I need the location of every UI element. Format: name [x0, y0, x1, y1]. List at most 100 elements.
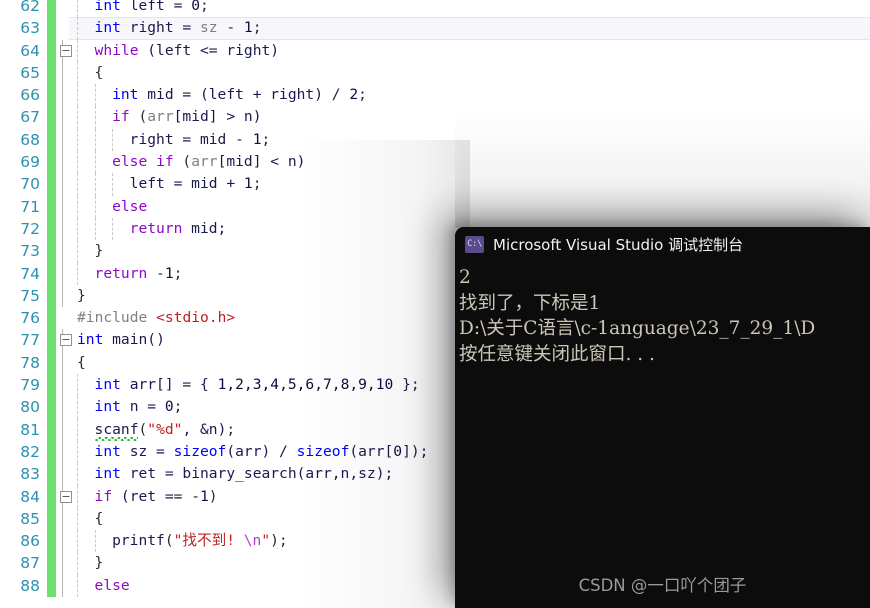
code-token: -	[217, 19, 244, 37]
fold-scope-line	[62, 151, 63, 174]
fold-scope-line	[62, 217, 63, 241]
code-token: if	[112, 108, 130, 126]
code-line-text: int arr[] = { 1,2,3,4,5,6,7,8,9,10 };	[69, 374, 420, 396]
change-indicator-bar	[47, 217, 56, 241]
code-line-text: return mid;	[69, 218, 227, 240]
console-title-bar[interactable]: C:\ Microsoft Visual Studio 调试控制台	[455, 227, 870, 261]
code-token: (	[173, 153, 192, 171]
code-token: 1	[164, 264, 174, 282]
code-token: int	[94, 376, 121, 394]
fold-scope-line	[62, 84, 63, 107]
code-token: 0	[164, 398, 174, 416]
change-indicator-bar	[47, 151, 56, 174]
code-token: right = mid -	[129, 130, 253, 148]
code-token: else	[94, 576, 130, 594]
fold-scope-line	[62, 128, 63, 152]
debug-console-window[interactable]: C:\ Microsoft Visual Studio 调试控制台 2 找到了，下…	[455, 227, 870, 608]
console-output: 2 找到了，下标是1 D:\关于C语言\c-1anguage\23_7_29_1\D…	[455, 261, 870, 367]
code-line[interactable]: 71 else	[0, 195, 870, 218]
code-line[interactable]: 64− while (left <= right)	[0, 39, 870, 62]
fold-scope-line	[62, 106, 63, 129]
line-number: 70	[20, 175, 40, 194]
code-token: , &n)	[182, 420, 227, 438]
fold-scope-line	[62, 463, 63, 486]
change-indicator-bar	[47, 485, 56, 508]
line-number: 80	[20, 398, 40, 417]
code-token: 0	[393, 442, 403, 460]
change-indicator-bar	[47, 284, 56, 308]
code-token: ]);	[402, 442, 429, 460]
change-indicator-bar	[47, 374, 56, 397]
code-token: 1,2,3,4,5,6,7,8,9,10	[217, 376, 394, 394]
code-line[interactable]: 69 else if (arr[mid] < n)	[0, 151, 870, 174]
code-line-text: {	[69, 352, 86, 374]
code-line[interactable]: 67 if (arr[mid] > n)	[0, 106, 870, 129]
change-indicator-bar	[47, 418, 56, 441]
code-token: 1	[243, 19, 253, 37]
line-number: 86	[20, 532, 40, 551]
fold-scope-line	[62, 440, 63, 464]
code-token: ;	[252, 175, 262, 193]
line-number: 69	[20, 153, 40, 172]
line-number: 62	[20, 0, 40, 15]
change-indicator-bar	[47, 552, 56, 575]
code-token: if	[156, 153, 174, 171]
line-number: 74	[20, 264, 40, 283]
code-token: ;	[173, 398, 183, 416]
line-number: 85	[20, 509, 40, 528]
code-token: else	[112, 153, 148, 171]
code-line-text: while (left <= right)	[69, 40, 280, 62]
change-indicator-bar	[47, 463, 56, 486]
line-number: 76	[20, 309, 40, 328]
code-token: n =	[120, 398, 165, 416]
fold-scope-line	[62, 552, 63, 575]
change-indicator-bar	[47, 84, 56, 107]
code-token: ;	[252, 19, 262, 37]
code-token: mid;	[182, 219, 227, 237]
code-token: "	[261, 532, 271, 550]
change-indicator-bar	[47, 240, 56, 263]
line-number: 64	[20, 41, 40, 60]
screen-root: 62 int left = 0; 63 int right = sz - 1; 64− w…	[0, 0, 870, 608]
code-line[interactable]: 65 {	[0, 61, 870, 85]
console-output-line: 2	[459, 267, 471, 288]
change-indicator-bar	[47, 128, 56, 152]
code-line-text: int sz = sizeof(arr) / sizeof(arr[0]);	[69, 441, 429, 463]
change-indicator-bar	[47, 17, 56, 40]
code-line-text: }	[69, 552, 104, 574]
code-line[interactable]: 68 right = mid - 1;	[0, 128, 870, 152]
code-line-text: scanf("%d", &n);	[69, 419, 236, 441]
code-token: 2	[349, 86, 359, 104]
code-line-text: if (ret == -1)	[69, 486, 218, 508]
watermark-text: CSDN @一口吖个团子	[578, 576, 747, 595]
code-token: int	[94, 465, 121, 483]
code-line[interactable]: 70 left = mid + 1;	[0, 173, 870, 196]
code-line[interactable]: 62 int left = 0;	[0, 0, 870, 18]
line-number: 61	[0, 0, 40, 1]
line-number: 84	[20, 487, 40, 506]
code-line[interactable]: 66 int mid = (left + right) / 2;	[0, 84, 870, 107]
line-number: 87	[20, 554, 40, 573]
code-token: (	[164, 532, 174, 550]
code-token: {	[94, 63, 104, 81]
code-token: (	[138, 420, 148, 438]
code-token: ;	[226, 420, 236, 438]
change-indicator-bar	[47, 39, 56, 62]
code-token: scanf	[94, 420, 139, 438]
line-number: 79	[20, 376, 40, 395]
code-line-text: else	[69, 196, 147, 218]
code-token: int	[94, 19, 121, 37]
code-line-text: left = mid + 1;	[69, 173, 262, 195]
code-line[interactable]: 63 int right = sz - 1;	[0, 17, 870, 40]
code-line-text: }	[69, 285, 86, 307]
code-line-text: }	[69, 240, 104, 262]
change-indicator-bar	[47, 195, 56, 218]
code-token: int	[112, 86, 139, 104]
fold-scope-line	[62, 396, 63, 419]
code-line-partial[interactable]: 61 {	[0, 0, 870, 2]
line-number: 78	[20, 353, 40, 372]
fold-scope-line	[62, 284, 63, 308]
code-token: main()	[103, 331, 165, 349]
code-token: {	[77, 353, 86, 371]
